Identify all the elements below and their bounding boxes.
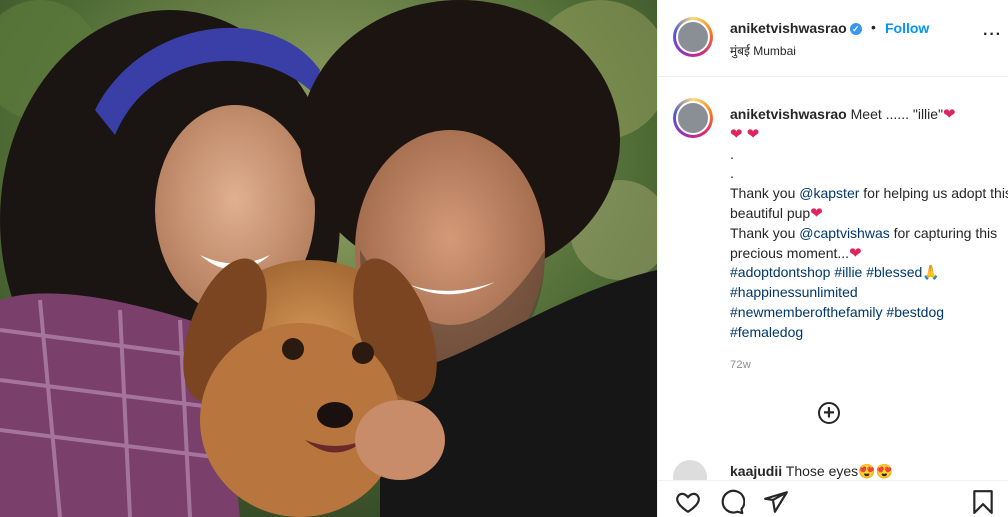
caption-username[interactable]: aniketvishwasrao — [730, 106, 847, 122]
paper-plane-icon[interactable] — [763, 489, 789, 515]
heart-eyes-emoji-icon: 😍😍 — [858, 463, 894, 479]
caption-dot-2: . — [730, 165, 734, 182]
thanks-1-prefix: Thank you — [730, 185, 800, 202]
action-bar — [658, 480, 1008, 517]
location-link[interactable]: मुंबई Mumbai — [730, 42, 796, 59]
hashtag-blessed[interactable]: #blessed — [866, 264, 922, 280]
post-photo[interactable] — [0, 0, 657, 517]
hashtag-femaledog[interactable]: #femaledog — [730, 324, 803, 340]
hearts-emoji-icon: ❤ ❤ — [730, 125, 760, 143]
hashtag-illie[interactable]: #illie — [834, 264, 862, 280]
instagram-post-modal: aniketvishwasrao ✓ • Follow मुंबई Mumbai … — [0, 0, 1008, 517]
hashtag-happinessunlimited[interactable]: #happinessunlimited — [730, 284, 858, 300]
hashtag-adoptdontshop[interactable]: #adoptdontshop — [730, 264, 830, 280]
username-link[interactable]: aniketvishwasrao ✓ — [730, 20, 862, 36]
mention-kapster[interactable]: @kapster — [799, 185, 859, 201]
heart-outline-icon[interactable] — [675, 489, 701, 515]
caption-dot-1: . — [730, 145, 734, 162]
username-text[interactable]: aniketvishwasrao — [730, 20, 847, 36]
comment-text: kaajudii Those eyes😍😍 — [730, 463, 893, 480]
heart-emoji-icon: ❤ — [849, 244, 862, 262]
separator-dot: • — [871, 19, 876, 35]
commenter-username[interactable]: kaajudii — [730, 463, 782, 479]
verified-badge-icon: ✓ — [849, 23, 862, 36]
caption-avatar[interactable] — [676, 101, 710, 135]
avatar[interactable] — [676, 20, 710, 54]
load-more-comments-icon[interactable]: + — [818, 402, 840, 424]
thanks-2-prefix: Thank you — [730, 224, 800, 241]
comment-item: kaajudii Those eyes😍😍 — [673, 460, 1003, 480]
follow-button[interactable]: Follow — [885, 20, 929, 36]
post-age[interactable]: 72w — [730, 359, 751, 371]
story-ring[interactable] — [673, 17, 713, 57]
comment-message: Those eyes — [782, 463, 859, 479]
heart-emoji-icon: ❤ — [810, 204, 823, 222]
caption-text: aniketvishwasrao Meet ...... "illie"❤ ❤ … — [730, 105, 1008, 343]
mention-captvishwas[interactable]: @captvishwas — [799, 225, 889, 241]
bookmark-icon[interactable] — [970, 489, 996, 515]
hashtag-newmemberofthefamily[interactable]: #newmemberofthefamily — [730, 304, 883, 320]
pray-emoji-icon: 🙏 — [922, 264, 940, 281]
post-side-panel: aniketvishwasrao ✓ • Follow मुंबई Mumbai … — [657, 0, 1008, 517]
comment-bubble-icon[interactable] — [719, 489, 745, 515]
commenter-avatar[interactable] — [673, 460, 707, 480]
caption-story-ring[interactable] — [673, 98, 713, 138]
hashtag-bestdog[interactable]: #bestdog — [886, 304, 944, 320]
heart-emoji-icon: ❤ — [943, 106, 956, 123]
photo-illustration — [0, 0, 657, 517]
caption-line1: Meet ...... "illie" — [846, 106, 944, 122]
more-options-icon[interactable]: ··· — [983, 26, 1002, 44]
post-header: aniketvishwasrao ✓ • Follow मुंबई Mumbai … — [658, 0, 1008, 77]
